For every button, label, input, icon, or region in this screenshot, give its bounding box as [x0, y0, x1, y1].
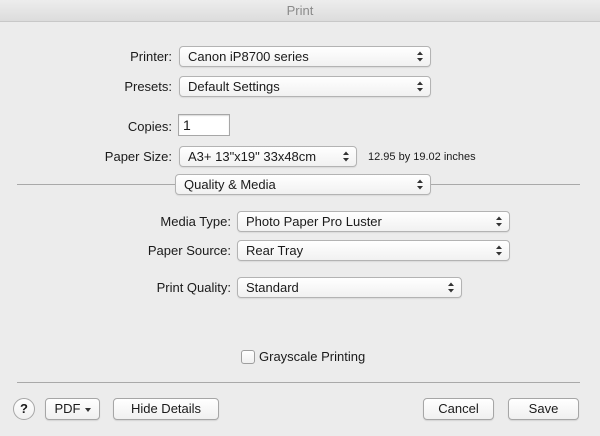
- paper-size-label: Paper Size:: [104, 149, 172, 164]
- separator-right: [431, 184, 580, 185]
- media-type-label: Media Type:: [160, 214, 231, 229]
- grayscale-checkbox[interactable]: [241, 350, 255, 364]
- section-value: Quality & Media: [184, 177, 276, 192]
- updown-arrows-icon: [417, 51, 423, 62]
- paper-size-value: A3+ 13"x19" 33x48cm: [188, 149, 317, 164]
- print-quality-label: Print Quality:: [156, 280, 231, 295]
- print-quality-popup[interactable]: Standard: [237, 277, 462, 298]
- save-button[interactable]: Save: [508, 398, 579, 420]
- pdf-label: PDF: [54, 401, 81, 416]
- presets-popup[interactable]: Default Settings: [179, 76, 431, 97]
- paper-source-label: Paper Source:: [147, 243, 231, 258]
- pdf-button[interactable]: PDF: [45, 398, 100, 420]
- footer-separator: [17, 382, 580, 383]
- updown-arrows-icon: [343, 151, 349, 162]
- updown-arrows-icon: [496, 245, 502, 256]
- cancel-button[interactable]: Cancel: [423, 398, 494, 420]
- hide-details-button[interactable]: Hide Details: [113, 398, 219, 420]
- updown-arrows-icon: [417, 81, 423, 92]
- paper-dimensions: 12.95 by 19.02 inches: [368, 151, 476, 163]
- section-popup[interactable]: Quality & Media: [175, 174, 431, 195]
- printer-value: Canon iP8700 series: [188, 49, 309, 64]
- help-button[interactable]: ?: [13, 398, 35, 420]
- paper-size-popup[interactable]: A3+ 13"x19" 33x48cm: [179, 146, 357, 167]
- grayscale-label[interactable]: Grayscale Printing: [259, 347, 365, 367]
- copies-label: Copies:: [127, 119, 172, 134]
- paper-source-value: Rear Tray: [246, 243, 304, 258]
- copies-field[interactable]: 1: [178, 114, 230, 136]
- updown-arrows-icon: [448, 282, 454, 293]
- paper-source-popup[interactable]: Rear Tray: [237, 240, 510, 261]
- chevron-down-icon: [84, 407, 91, 412]
- media-type-value: Photo Paper Pro Luster: [246, 214, 382, 229]
- presets-label: Presets:: [124, 79, 172, 94]
- media-type-popup[interactable]: Photo Paper Pro Luster: [237, 211, 510, 232]
- updown-arrows-icon: [417, 179, 423, 190]
- print-quality-value: Standard: [246, 280, 299, 295]
- separator-left: [17, 184, 175, 185]
- updown-arrows-icon: [496, 216, 502, 227]
- presets-value: Default Settings: [188, 79, 280, 94]
- printer-label: Printer:: [130, 49, 172, 64]
- window-title: Print: [0, 0, 600, 22]
- printer-popup[interactable]: Canon iP8700 series: [179, 46, 431, 67]
